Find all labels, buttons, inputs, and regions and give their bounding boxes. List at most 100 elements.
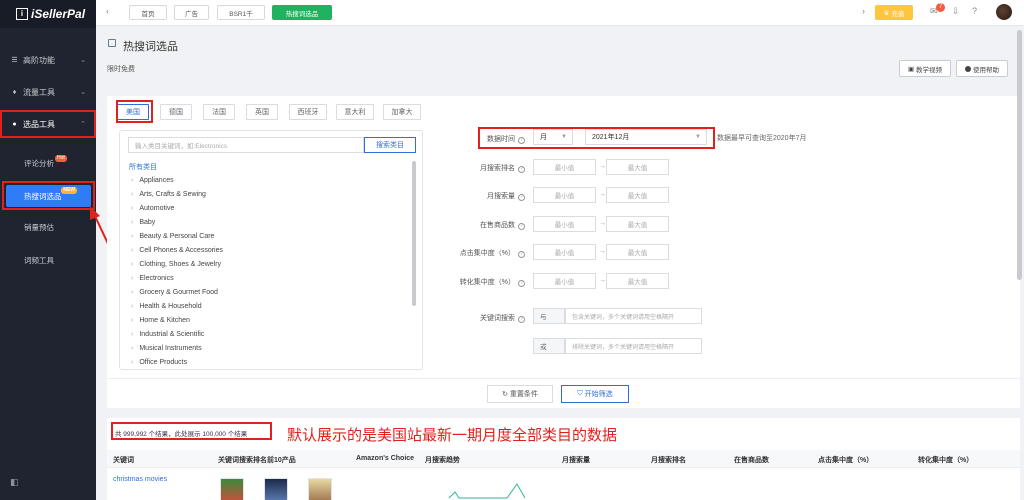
trend-sparkline [448,483,526,499]
keyword-op-select[interactable]: 与 [533,308,565,324]
crown-icon: ♛ [883,9,890,17]
notification-count: 7 [936,3,945,12]
chevron-right-icon: › [131,204,134,212]
sidebar-item-advanced[interactable]: ☰ 高阶功能 ⌄ [0,48,96,72]
filter-label: 转化集中度（%）? [440,277,525,287]
avatar[interactable] [996,4,1012,20]
country-tab-es[interactable]: 西班牙 [289,104,327,120]
chevron-right-icon[interactable]: › [862,6,865,16]
category-item[interactable]: › Beauty & Personal Care [131,230,214,242]
category-item[interactable]: › Baby [131,216,155,228]
chevron-left-icon[interactable]: ‹ [106,6,109,16]
top-bar: ‹ 首页 广告 BSR1千 热搜词选品 › ♛ 充值 ✉ 7 ⇩ ? [96,0,1024,26]
tab-hotword[interactable]: 热搜词选品 [272,5,332,20]
column-header[interactable]: 关键词 [113,455,134,465]
column-header[interactable]: 点击集中度（%） [818,455,873,465]
category-item[interactable]: › Industrial & Scientific [131,328,204,340]
country-tab-ca[interactable]: 加拿大 [383,104,421,120]
column-header[interactable]: 月搜索量 [562,455,590,465]
country-tab-uk[interactable]: 英国 [246,104,278,120]
chevron-right-icon: › [131,316,134,324]
chevron-right-icon: › [131,330,134,338]
min-input[interactable]: 最小值 [533,216,596,232]
arrow-right-icon: → [599,191,606,198]
divider [107,378,1020,379]
column-header[interactable]: 月搜索排名 [651,455,686,465]
min-input[interactable]: 最小值 [533,187,596,203]
category-selector: 输入类目关键词，如:Electronics 搜索类目 所有类目 › Applian… [119,130,423,370]
table-header: 关键词 关键词搜索排名前10产品 Amazon's Choice 月搜索趋势 月… [107,450,1020,468]
min-input[interactable]: 最小值 [533,244,596,260]
country-tab-de[interactable]: 德国 [160,104,192,120]
time-hint: 数据最早可查询至2020年7月 [717,135,807,142]
chevron-right-icon: › [131,260,134,268]
question-icon: ? [518,316,525,323]
category-item[interactable]: › Home & Kitchen [131,314,190,326]
category-item[interactable]: › Musical Instruments [131,342,202,354]
column-header: 关键词搜索排名前10产品 [218,457,296,464]
category-search-button[interactable]: 搜索类目 [364,137,416,153]
reset-button[interactable]: ↻ 重置条件 [487,385,553,403]
category-item[interactable]: › Health & Household [131,300,202,312]
sidebar-item-label: 流量工具 [23,87,55,97]
start-filter-button[interactable]: ⛉ 开始筛选 [561,385,629,403]
max-input[interactable]: 最大值 [606,187,669,203]
help-button[interactable]: 使用帮助 [956,60,1008,77]
max-input[interactable]: 最大值 [606,159,669,175]
column-header[interactable]: 转化集中度（%） [918,455,973,465]
exclude-keyword-input[interactable]: 排除关键词，多个关键词请用空格隔开 [565,338,702,354]
min-input[interactable]: 最小值 [533,159,596,175]
logo-icon: i [16,8,28,20]
chevron-right-icon: › [131,176,134,184]
chevron-right-icon: › [131,344,134,352]
category-item[interactable]: › Grocery & Gourmet Food [131,286,218,298]
tab-ads[interactable]: 广告 [174,5,209,20]
help-icon[interactable]: ? [972,6,977,16]
product-thumbnail[interactable] [308,478,332,500]
product-thumbnail[interactable] [220,478,244,500]
keyword-link[interactable]: christmas movies [113,476,167,483]
chevron-right-icon: › [131,302,134,310]
category-item[interactable]: › Electronics [131,272,174,284]
video-icon: ▣ [908,65,915,73]
max-input[interactable]: 最大值 [606,244,669,260]
category-item[interactable]: › Clothing, Shoes & Jewelry [131,258,221,270]
product-thumbnail[interactable] [264,478,288,500]
question-icon: ? [518,166,525,173]
sidebar-sub-review[interactable]: 评论分析 Hot [0,152,96,174]
min-input[interactable]: 最小值 [533,273,596,289]
category-scrollbar[interactable] [412,161,416,306]
category-item[interactable]: › Office Products [131,356,187,368]
country-tab-fr[interactable]: 法国 [203,104,235,120]
video-tutorial-button[interactable]: ▣ 教学视频 [899,60,951,77]
column-header[interactable]: 在售商品数 [734,455,769,465]
annotation-text: 默认展示的是美国站最新一期月度全部类目的数据 [287,427,618,444]
filter-label-keyword: 关键词搜索? [440,313,525,323]
highlight-box [0,110,96,138]
chevron-right-icon: › [131,218,134,226]
keyword-op-select[interactable]: 或 [533,338,565,354]
tab-bsr[interactable]: BSR1千 [217,5,265,20]
max-input[interactable]: 最大值 [606,216,669,232]
category-item[interactable]: › Arts, Crafts & Sewing [131,188,206,200]
chevron-right-icon: › [131,274,134,282]
refresh-icon: ↻ [502,391,508,398]
include-keyword-input[interactable]: 包含关键词，多个关键词请用空格隔开 [565,308,702,324]
app-logo[interactable]: i iSellerPal [0,0,96,28]
country-tab-it[interactable]: 意大利 [336,104,374,120]
info-icon [965,65,971,72]
download-icon[interactable]: ⇩ [952,6,960,17]
collapse-icon[interactable]: ◧ [10,477,19,488]
category-item[interactable]: › Appliances [131,174,174,186]
tab-home[interactable]: 首页 [129,5,167,20]
page-scrollbar[interactable] [1017,30,1022,280]
chevron-right-icon: › [131,288,134,296]
vip-button[interactable]: ♛ 充值 [875,5,913,20]
sidebar-item-traffic[interactable]: ♦ 流量工具 ⌄ [0,80,96,104]
category-all[interactable]: 所有类目 [129,162,157,172]
max-input[interactable]: 最大值 [606,273,669,289]
category-item[interactable]: › Cell Phones & Accessories [131,244,223,256]
chevron-right-icon: › [131,190,134,198]
category-search-input[interactable]: 输入类目关键词，如:Electronics [128,137,364,153]
category-item[interactable]: › Automotive [131,202,174,214]
